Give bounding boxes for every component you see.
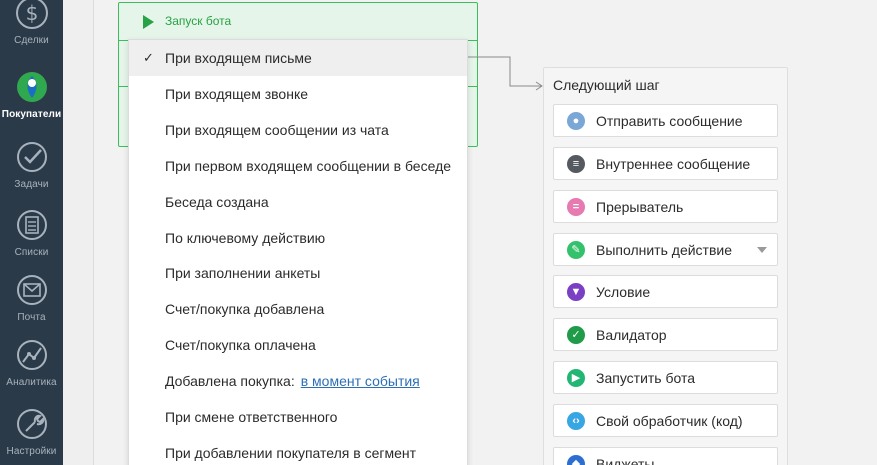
dropdown-item[interactable]: Счет/покупка оплачена [129, 327, 467, 363]
dropdown-item-label: Счет/покупка оплачена [165, 337, 316, 353]
dropdown-item-label: При входящем письме [165, 50, 312, 66]
nav-label-deals: Сделки [14, 35, 49, 46]
nav-label-customers: Покупатели [1, 109, 62, 120]
dropdown-item-label: При входящем звонке [165, 86, 309, 102]
chat-icon: ≡ [567, 155, 585, 173]
dropdown-item-label: При заполнении анкеты [165, 265, 321, 281]
dropdown-item[interactable]: Добавлена покупка: в момент события [129, 363, 467, 399]
interrupt-icon: = [567, 198, 585, 216]
trigger-header[interactable]: Запуск бота [119, 3, 477, 41]
step-widgets[interactable]: ◆ Виджеты [553, 447, 778, 465]
trigger-dropdown-menu: ✓ При входящем письме При входящем звонк… [128, 39, 468, 465]
step-interrupter[interactable]: = Прерыватель [553, 190, 778, 223]
mail-icon [16, 275, 47, 305]
dropdown-item-label: При смене ответственного [165, 409, 338, 425]
nav-label-analytics: Аналитика [6, 377, 57, 388]
step-condition[interactable]: ▼ Условие [553, 275, 778, 308]
step-label: Внутреннее сообщение [596, 156, 751, 172]
dollar-icon: $ [15, 0, 48, 29]
svg-text:$: $ [25, 1, 38, 25]
nav-item-settings[interactable]: Настройки [0, 407, 63, 457]
play-icon [143, 15, 154, 29]
step-label: Свой обработчик (код) [596, 413, 743, 429]
nav-item-lists[interactable]: Списки [0, 208, 63, 258]
dropdown-item[interactable]: При входящем сообщении из чата [129, 112, 467, 148]
step-label: Виджеты [596, 456, 655, 465]
message-icon: ● [567, 112, 585, 130]
purchase-added-label: Добавлена покупка: [165, 373, 295, 389]
nav-label-lists: Списки [14, 247, 49, 258]
dropdown-item-label: При добавлении покупателя в сегмент [165, 445, 417, 461]
list-icon [16, 210, 47, 240]
dropdown-item[interactable]: Счет/покупка добавлена [129, 291, 467, 327]
step-label: Валидатор [596, 327, 667, 343]
event-moment-link[interactable]: в момент события [301, 373, 420, 389]
step-custom-code[interactable]: ‹› Свой обработчик (код) [553, 404, 778, 437]
dropdown-item[interactable]: При добавлении покупателя в сегмент [129, 435, 467, 465]
check-icon: ✓ [143, 50, 154, 65]
checkmark-icon: ✓ [567, 326, 585, 344]
dropdown-item[interactable]: При смене ответственного [129, 399, 467, 435]
dropdown-item[interactable]: ✓ При входящем письме [129, 40, 467, 76]
dropdown-item-label: При входящем сообщении из чата [165, 122, 389, 138]
filter-icon: ▼ [567, 283, 585, 301]
dropdown-item[interactable]: По ключевому действию [129, 220, 467, 256]
step-internal-message[interactable]: ≡ Внутреннее сообщение [553, 147, 778, 180]
nav-label-mail: Почта [17, 312, 46, 323]
step-label: Условие [596, 284, 651, 300]
step-label: Выполнить действие [596, 242, 733, 258]
step-run-bot[interactable]: ▶ Запустить бота [553, 361, 778, 394]
step-label: Отправить сообщение [596, 113, 743, 129]
nav-item-mail[interactable]: Почта [0, 273, 63, 323]
code-icon: ‹› [567, 412, 585, 430]
play-icon: ▶ [567, 369, 585, 387]
nav-item-analytics[interactable]: Аналитика [0, 338, 63, 388]
dropdown-item-label: Добавлена покупка: в момент события [165, 373, 420, 389]
analytics-icon [16, 340, 47, 370]
dropdown-item-label: Беседа создана [165, 194, 269, 210]
nav-item-deals[interactable]: $ Сделки [0, 0, 63, 46]
dropdown-item-label: Счет/покупка добавлена [165, 301, 325, 317]
widget-icon: ◆ [567, 455, 585, 465]
dropdown-item[interactable]: Беседа создана [129, 184, 467, 220]
nav-label-settings: Настройки [6, 446, 57, 457]
step-label: Прерыватель [596, 199, 684, 215]
dropdown-item[interactable]: При первом входящем сообщении в беседе [129, 148, 467, 184]
step-label: Запустить бота [596, 370, 696, 386]
step-send-message[interactable]: ● Отправить сообщение [553, 104, 778, 137]
nav-label-tasks: Задачи [14, 179, 49, 190]
dropdown-item-label: При первом входящем сообщении в беседе [165, 158, 452, 174]
wrench-icon [16, 409, 47, 439]
step-perform-action[interactable]: ✎ Выполнить действие [553, 233, 778, 266]
left-sidebar: $ Сделки Покупатели Задачи Списки Почта … [0, 0, 63, 465]
nav-item-tasks[interactable]: Задачи [0, 140, 63, 190]
nav-item-customers[interactable]: Покупатели [0, 70, 63, 120]
customers-icon [16, 72, 47, 102]
trigger-title: Запуск бота [165, 14, 232, 28]
pencil-icon: ✎ [567, 241, 585, 259]
next-step-title: Следующий шаг [553, 77, 660, 93]
dropdown-item[interactable]: При входящем звонке [129, 76, 467, 112]
dropdown-item-label: По ключевому действию [165, 230, 326, 246]
chevron-down-icon[interactable] [757, 247, 767, 253]
step-validator[interactable]: ✓ Валидатор [553, 318, 778, 351]
dropdown-item[interactable]: При заполнении анкеты [129, 255, 467, 291]
check-circle-icon [16, 142, 47, 172]
